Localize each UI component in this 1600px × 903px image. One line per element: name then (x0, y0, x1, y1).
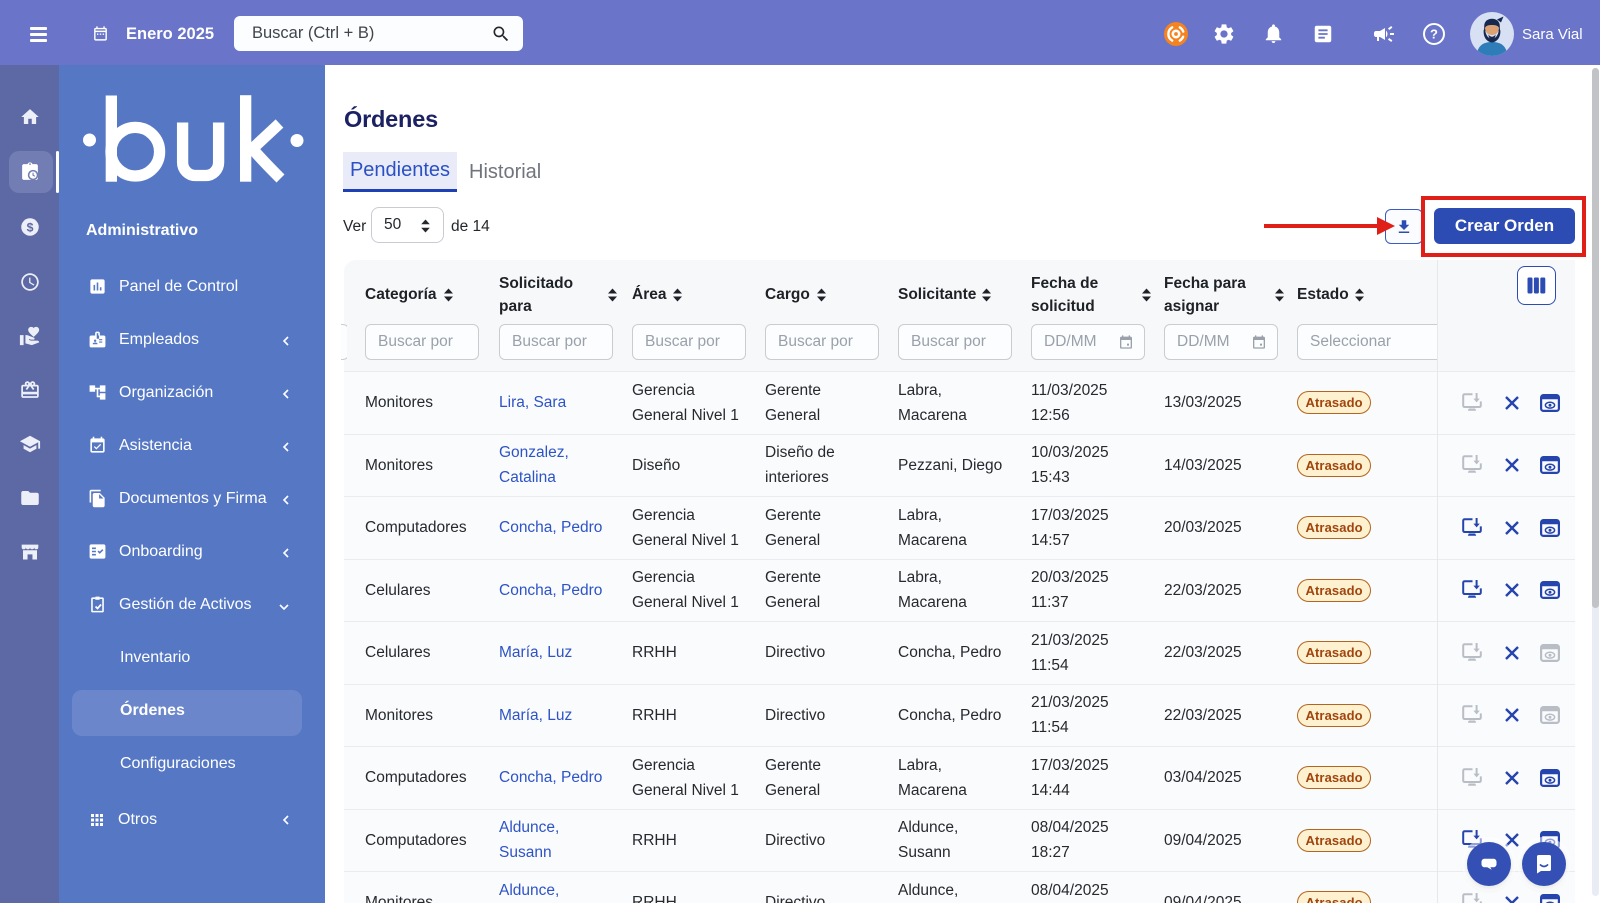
svg-text:?: ? (1430, 27, 1438, 42)
svg-text:$: $ (26, 220, 33, 234)
